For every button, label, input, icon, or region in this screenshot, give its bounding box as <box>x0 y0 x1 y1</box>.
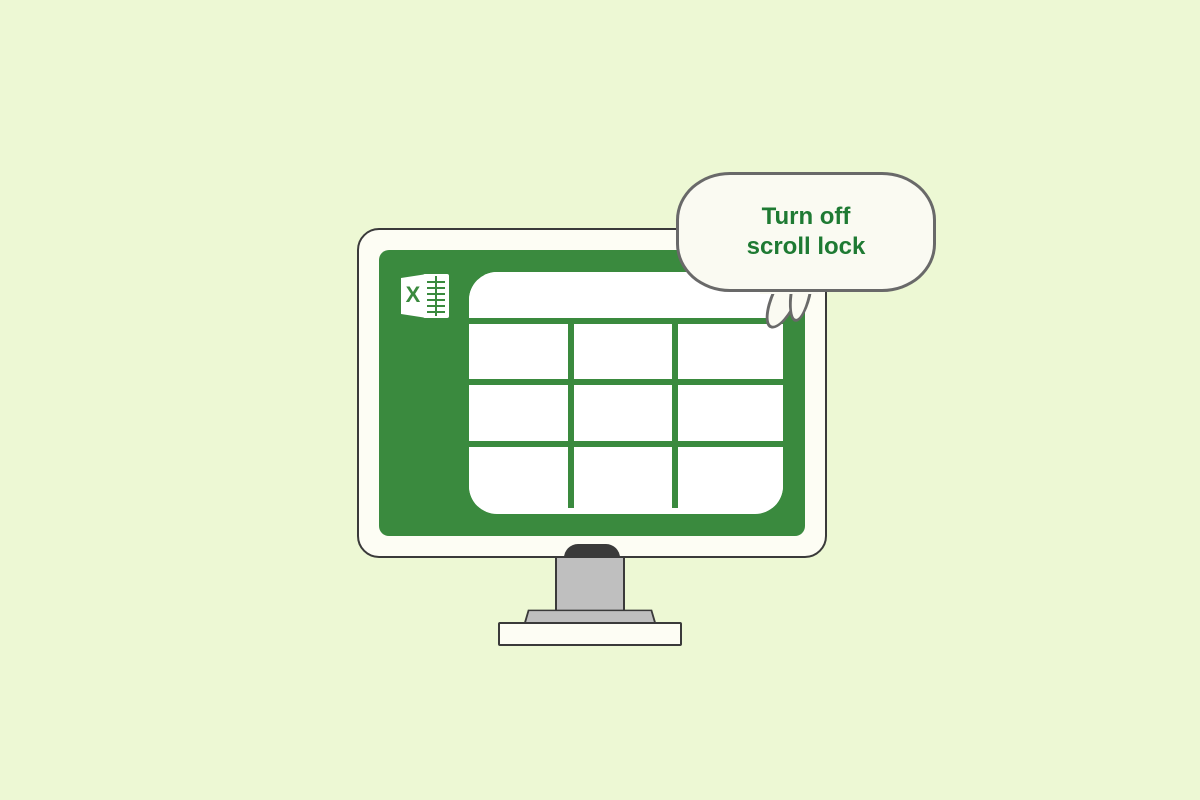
table-cell <box>574 324 679 385</box>
monitor-stand-base <box>498 622 682 646</box>
table-cell <box>678 385 783 446</box>
speech-bubble: Turn off scroll lock <box>676 172 936 292</box>
svg-text:X: X <box>406 282 421 307</box>
table-cell <box>678 324 783 385</box>
monitor-stand-neck <box>555 558 625 610</box>
table-cell <box>574 385 679 446</box>
table-body <box>469 324 783 508</box>
table-cell <box>469 324 574 385</box>
table-cell <box>469 447 574 508</box>
table-cell <box>469 385 574 446</box>
spreadsheet-table <box>469 272 783 514</box>
table-cell <box>574 447 679 508</box>
monitor-notch <box>564 544 620 558</box>
excel-icon: X <box>397 268 453 324</box>
table-cell <box>678 447 783 508</box>
screen: X <box>379 250 805 536</box>
speech-bubble-text: Turn off scroll lock <box>747 202 866 262</box>
